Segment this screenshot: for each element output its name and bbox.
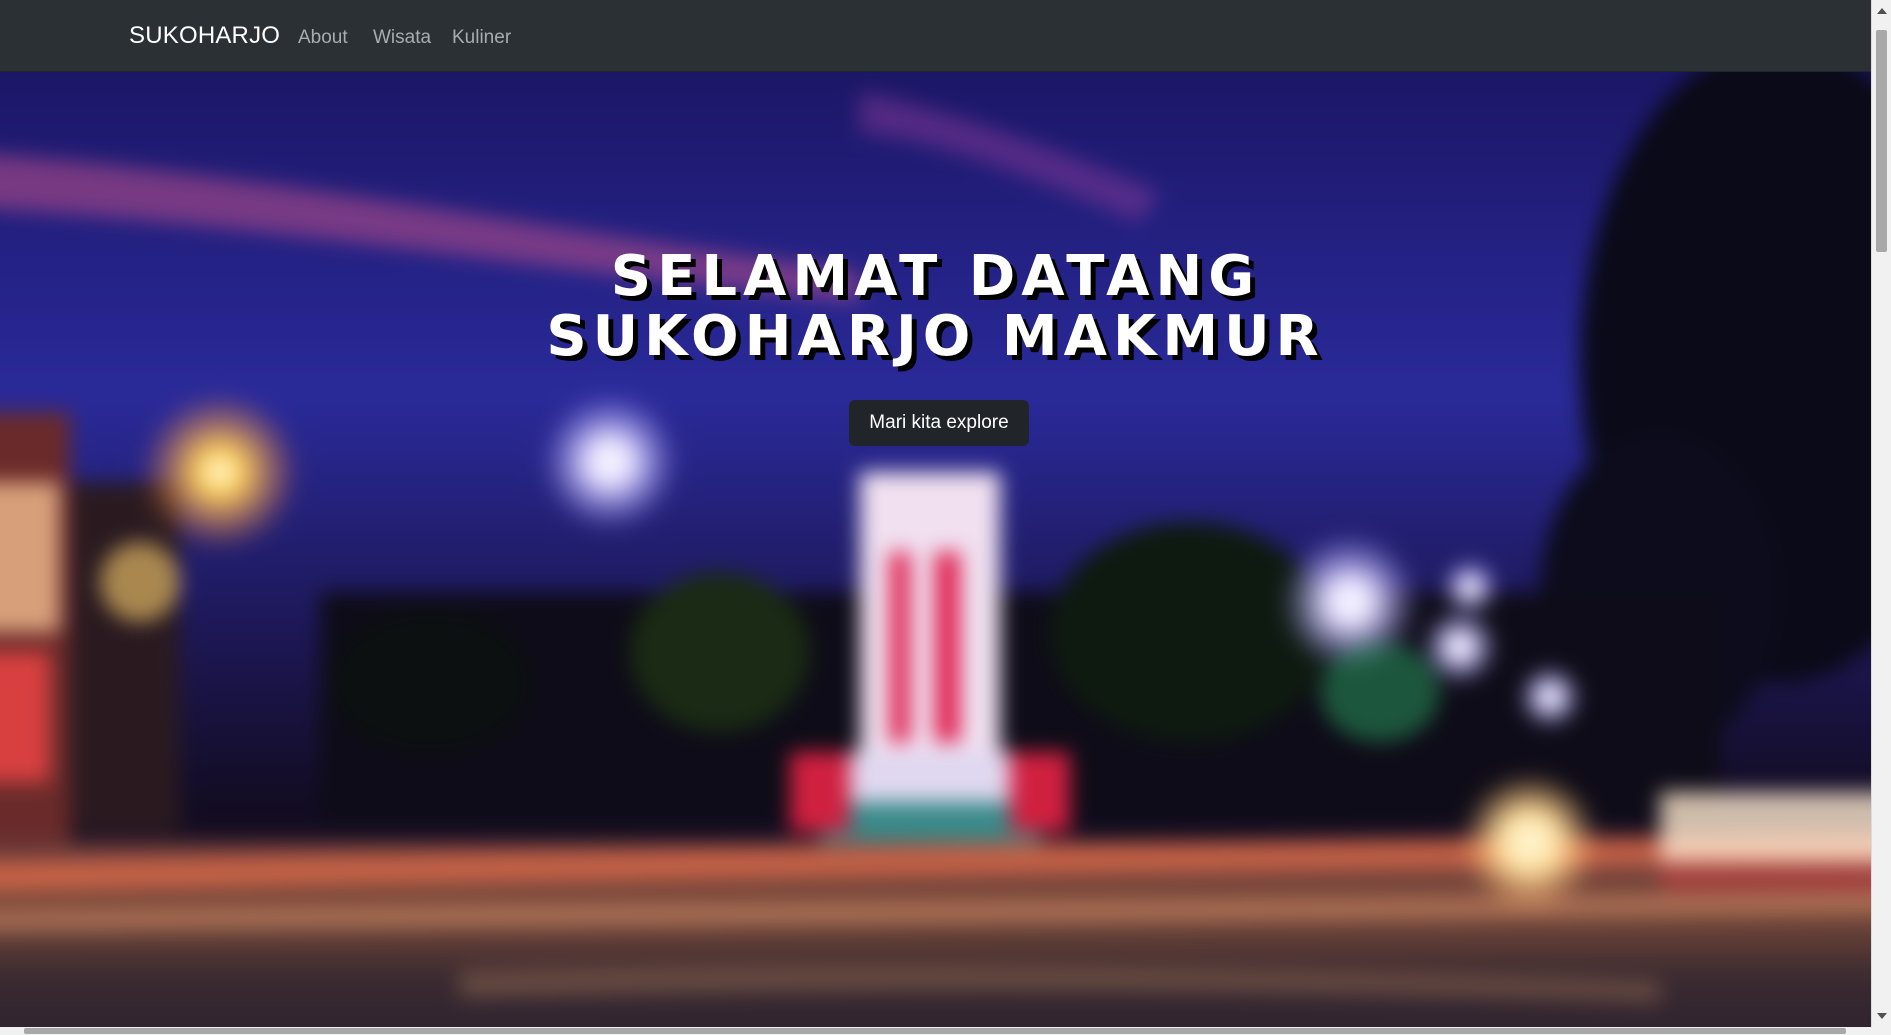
vertical-scrollbar[interactable]	[1871, 0, 1891, 1027]
vertical-scrollbar-thumb[interactable]	[1876, 30, 1887, 252]
nav-link-about[interactable]: About	[298, 27, 348, 49]
nav-link-wisata[interactable]: Wisata	[373, 27, 431, 49]
page: SUKOHARJO About Wisata Kuliner SELAMAT D…	[0, 0, 1891, 1035]
hero-title-line2: SUKOHARJO MAKMUR	[546, 304, 1325, 369]
horizontal-scrollbar-thumb[interactable]	[24, 1028, 1846, 1034]
navbar: SUKOHARJO About Wisata Kuliner	[0, 0, 1871, 72]
scroll-up-arrow-icon[interactable]	[1877, 8, 1887, 14]
hero-background-image	[0, 72, 1871, 1027]
hero-section: SELAMAT DATANG SUKOHARJO MAKMUR Mari kit…	[0, 72, 1871, 1027]
horizontal-scrollbar[interactable]	[0, 1027, 1891, 1035]
nav-link-kuliner[interactable]: Kuliner	[452, 27, 511, 49]
hero-title: SELAMAT DATANG SUKOHARJO MAKMUR	[0, 247, 1871, 367]
scroll-down-arrow-icon[interactable]	[1877, 1013, 1887, 1019]
brand-link[interactable]: SUKOHARJO	[129, 22, 280, 50]
hero-title-line1: SELAMAT DATANG	[610, 244, 1261, 309]
explore-button[interactable]: Mari kita explore	[849, 400, 1029, 446]
